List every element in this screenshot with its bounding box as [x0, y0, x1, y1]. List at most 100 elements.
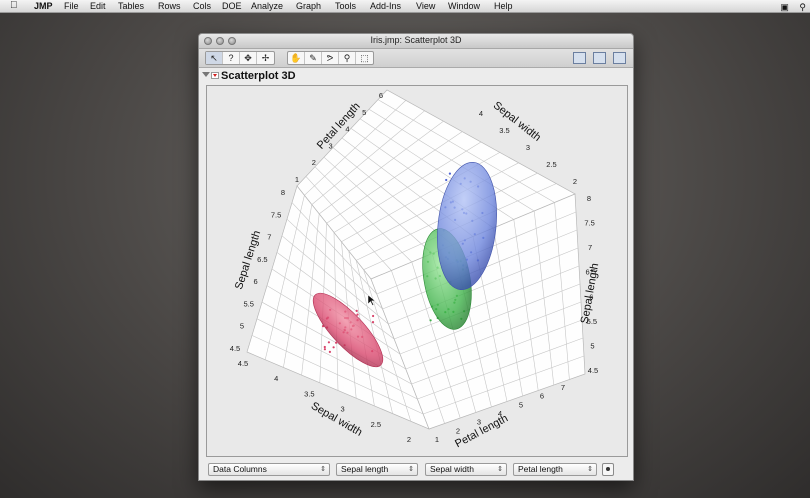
tick-label-petal-length-bottom: 2: [456, 426, 460, 435]
arrow-tool-icon[interactable]: ↖: [206, 52, 223, 64]
menu-tables[interactable]: Tables: [118, 0, 144, 12]
add-axis-button[interactable]: [602, 463, 614, 476]
data-columns-dropdown[interactable]: Data Columns ⇕: [208, 463, 330, 476]
menu-edit[interactable]: Edit: [90, 0, 106, 12]
tick-label-sepal-width-top: 3.5: [499, 126, 509, 135]
data-point: [356, 313, 359, 316]
crosshair-tool-icon[interactable]: ✥: [240, 52, 257, 64]
tick-label-sepal-width-bottom: 4.5: [238, 359, 248, 368]
tick-label-sepal-width-bottom: 2: [407, 435, 411, 444]
menu-jmp[interactable]: JMP: [34, 0, 53, 12]
tick-label-sepal-length-left: 8: [281, 188, 285, 197]
axis-title-petal-length-bottom: Petal length: [453, 412, 510, 450]
tick-label-petal-length-bottom: 5: [519, 400, 523, 409]
z-axis-dropdown[interactable]: Petal length ⇕: [513, 463, 597, 476]
tick-label-petal-length-top: 2: [312, 158, 316, 167]
scatterplot-window: Iris.jmp: Scatterplot 3D ↖ ? ✥ ✢ ✋ ✎ ᕗ ⚲…: [198, 33, 634, 481]
menu-file[interactable]: File: [64, 0, 79, 12]
tick-label-petal-length-top: 5: [362, 108, 366, 117]
tick-label-petal-length-bottom: 6: [540, 392, 544, 401]
tick-label-petal-length-bottom: 1: [435, 435, 439, 444]
dropdown-arrow-icon: ⇕: [587, 466, 593, 473]
axis-title-sepal-length-right: Sepal length: [579, 262, 601, 324]
data-point: [323, 345, 326, 349]
tick-label-sepal-width-bottom: 2.5: [371, 420, 381, 429]
data-point: [332, 346, 335, 349]
tick-label-petal-length-top: 6: [379, 91, 383, 100]
tick-label-sepal-length-left: 7: [267, 233, 271, 242]
selection-tool-icon[interactable]: ⬚: [356, 52, 373, 64]
data-point: [327, 341, 330, 344]
window-title: Iris.jmp: Scatterplot 3D: [370, 35, 462, 45]
menu-view[interactable]: View: [416, 0, 435, 12]
y-axis-dropdown[interactable]: Sepal width ⇕: [425, 463, 507, 476]
menu-doe[interactable]: DOE: [222, 0, 242, 12]
tick-label-sepal-length-left: 5.5: [243, 299, 253, 308]
toolbar: ↖ ? ✥ ✢ ✋ ✎ ᕗ ⚲ ⬚: [199, 49, 633, 68]
menu-bar:  JMP File Edit Tables Rows Cols DOE Ana…: [0, 0, 810, 13]
axis-title-sepal-width-bottom: Sepal width: [309, 400, 364, 439]
dropdown-arrow-icon: ⇕: [497, 466, 503, 473]
menu-rows[interactable]: Rows: [158, 0, 181, 12]
pointer-tools-group: ↖ ? ✥ ✢: [205, 51, 275, 65]
brush-tool-icon[interactable]: ✎: [305, 52, 322, 64]
move-tool-icon[interactable]: ✢: [257, 52, 274, 64]
tick-label-sepal-length-right: 7: [588, 243, 592, 252]
menu-window[interactable]: Window: [448, 0, 480, 12]
tick-label-sepal-length-right: 7.5: [584, 219, 594, 228]
red-triangle-menu-icon[interactable]: [211, 72, 219, 79]
tick-label-sepal-width-bottom: 4: [274, 374, 278, 383]
help-tool-icon[interactable]: ?: [223, 52, 240, 64]
window-titlebar[interactable]: Iris.jmp: Scatterplot 3D: [199, 34, 633, 49]
menu-graph[interactable]: Graph: [296, 0, 321, 12]
tick-label-sepal-length-left: 7.5: [271, 210, 281, 219]
menu-cols[interactable]: Cols: [193, 0, 211, 12]
tick-label-sepal-width-top: 3: [526, 143, 530, 152]
report-outline-header: Scatterplot 3D: [199, 68, 633, 84]
menu-add-ins[interactable]: Add-Ins: [370, 0, 401, 12]
menu-tools[interactable]: Tools: [335, 0, 356, 12]
tick-label-sepal-length-right: 5: [590, 341, 594, 350]
x-axis-dropdown[interactable]: Sepal length ⇕: [336, 463, 418, 476]
layout-columns-icon[interactable]: [613, 52, 626, 64]
tick-label-sepal-length-right: 4.5: [588, 366, 598, 375]
dropdown-arrow-icon: ⇕: [408, 466, 414, 473]
spotlight-search-icon[interactable]: ⚲: [799, 1, 806, 13]
tick-label-sepal-length-left: 5: [240, 322, 244, 331]
interaction-tools-group: ✋ ✎ ᕗ ⚲ ⬚: [287, 51, 374, 65]
lasso-tool-icon[interactable]: ᕗ: [322, 52, 339, 64]
tick-label-sepal-width-bottom: 3: [341, 405, 345, 414]
data-point: [323, 348, 326, 351]
data-point: [445, 178, 448, 182]
data-table-icon[interactable]: [573, 52, 586, 64]
data-point: [429, 319, 432, 322]
tick-label-petal-length-bottom: 7: [561, 383, 565, 392]
axis-controls-bar: Data Columns ⇕ Sepal length ⇕ Sepal width ⇕…: [199, 461, 633, 479]
menu-analyze[interactable]: Analyze: [251, 0, 283, 12]
grabber-tool-icon[interactable]: ✋: [288, 52, 305, 64]
disclosure-triangle-icon[interactable]: [202, 72, 210, 77]
tick-label-sepal-width-top: 2: [573, 177, 577, 186]
tick-label-petal-length-top: 1: [295, 175, 299, 184]
tick-label-sepal-width-top: 4: [479, 109, 483, 118]
data-point: [328, 350, 331, 353]
apple-icon[interactable]: : [10, 0, 18, 12]
data-point: [372, 314, 375, 318]
magnifier-tool-icon[interactable]: ⚲: [339, 52, 356, 64]
report-title: Scatterplot 3D: [221, 70, 296, 82]
tick-label-sepal-length-left: 6: [254, 277, 258, 286]
dropdown-arrow-icon: ⇕: [320, 466, 326, 473]
tick-label-sepal-length-left: 6.5: [257, 255, 267, 264]
layout-rows-icon[interactable]: [593, 52, 606, 64]
data-point: [355, 309, 358, 312]
data-point: [371, 321, 375, 324]
axis-title-sepal-width-top: Sepal width: [491, 99, 543, 143]
scatterplot-3d-chart[interactable]: 65432143.532.5287.576.565.554.587.576.56…: [207, 86, 627, 456]
menu-help[interactable]: Help: [494, 0, 513, 12]
tick-label-sepal-length-left: 4.5: [230, 344, 240, 353]
tick-label-sepal-length-right: 8: [587, 194, 591, 203]
screen-record-icon[interactable]: ▣: [780, 1, 789, 13]
data-point: [448, 172, 451, 175]
tick-label-sepal-width-top: 2.5: [546, 160, 556, 169]
scatterplot-3d-frame[interactable]: 6 5 4 3 2 1 4 3.5 3 2.5 2 8 7.5 7 6.5 6 5.5 5 4.5 8 7.5 7 6.5 6…: [206, 85, 628, 457]
